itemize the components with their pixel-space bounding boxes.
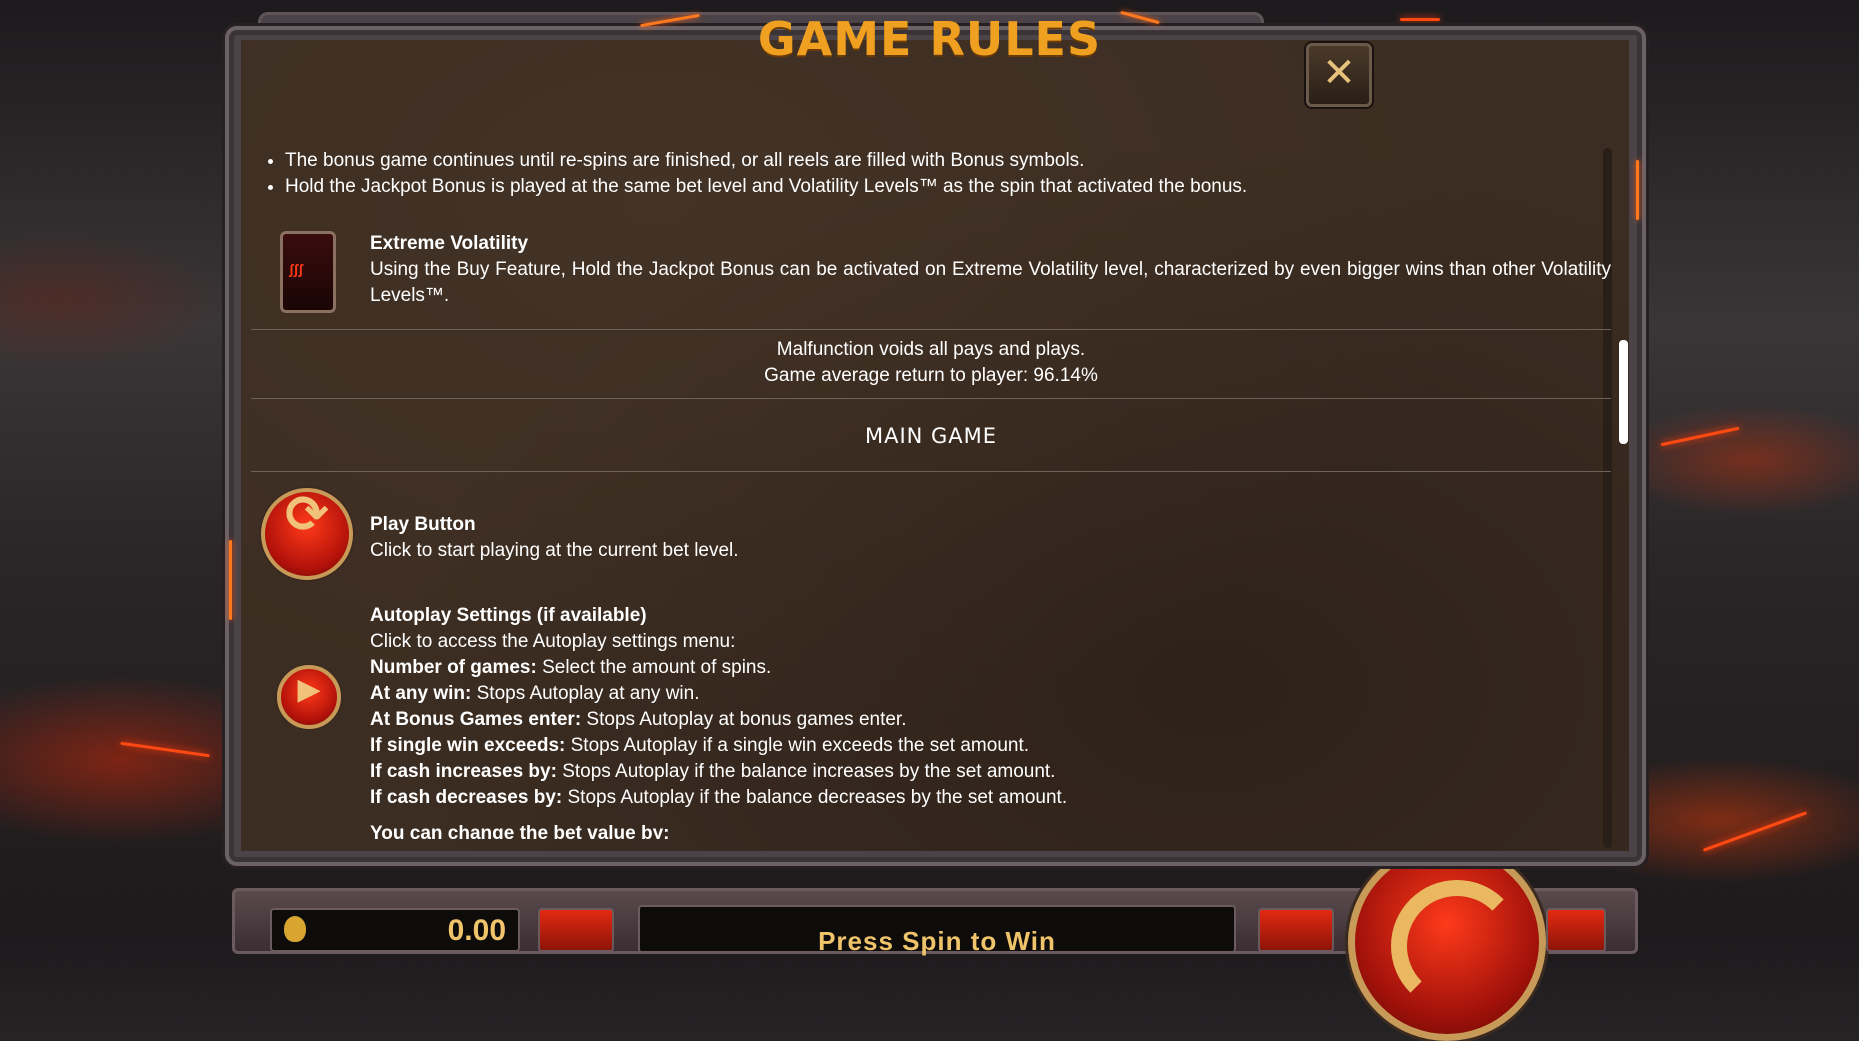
play-button-row: ⟳ Play Button Click to start playing at … bbox=[251, 488, 1611, 580]
play-button-title: Play Button bbox=[370, 514, 476, 535]
autoplay-title: Autoplay Settings (if available) bbox=[370, 605, 647, 626]
payout-info: Malfunction voids all pays and plays. Ga… bbox=[251, 337, 1611, 389]
rules-bullet-list: The bonus game continues until re-spins … bbox=[251, 148, 1247, 200]
list-item: Number of games: Select the amount of sp… bbox=[370, 657, 772, 678]
lava-crack bbox=[1702, 811, 1808, 852]
autoplay-row: ▶ Autoplay Settings (if available) Click… bbox=[251, 603, 1611, 839]
close-button[interactable]: ✕ bbox=[1306, 43, 1372, 107]
list-item: If cash increases by: Stops Autoplay if … bbox=[370, 761, 1056, 782]
autoplay-intro: Click to access the Autoplay settings me… bbox=[370, 631, 736, 652]
balance-display: 0.00 bbox=[270, 908, 520, 952]
lava-crack bbox=[229, 540, 232, 620]
rtp-text: Game average return to player: 96.14% bbox=[764, 365, 1098, 386]
lava-crack bbox=[1660, 426, 1740, 447]
bet-change-heading: You can change the bet value by: bbox=[370, 823, 670, 839]
balance-value: 0.00 bbox=[447, 914, 506, 947]
close-x-icon: ✕ bbox=[1322, 50, 1356, 96]
divider bbox=[251, 398, 1611, 399]
autoplay-icon: ▶ bbox=[277, 665, 341, 729]
list-item: At any win: Stops Autoplay at any win. bbox=[370, 683, 700, 704]
extreme-volatility-title: Extreme Volatility bbox=[370, 233, 529, 254]
play-button-text: Click to start playing at the current be… bbox=[370, 540, 739, 561]
malfunction-text: Malfunction voids all pays and plays. bbox=[776, 339, 1086, 360]
lava-crack bbox=[1636, 160, 1639, 220]
divider bbox=[251, 329, 1611, 330]
list-item: At Bonus Games enter: Stops Autoplay at … bbox=[370, 709, 907, 730]
message-display: Press Spin to Win bbox=[638, 905, 1236, 956]
section-heading-main-game: MAIN GAME bbox=[864, 424, 998, 448]
list-item: The bonus game continues until re-spins … bbox=[285, 148, 1247, 174]
spin-button[interactable] bbox=[1348, 843, 1546, 1041]
money-bag-icon bbox=[284, 916, 306, 942]
list-item: If single win exceeds: Stops Autoplay if… bbox=[370, 735, 1030, 756]
bet-plus-button[interactable] bbox=[1258, 908, 1334, 952]
message-text: Press Spin to Win bbox=[818, 926, 1056, 956]
spin-arrows-icon: ⟳ bbox=[261, 488, 353, 580]
list-item: If cash decreases by: Stops Autoplay if … bbox=[370, 787, 1068, 808]
extreme-volatility-text: Using the Buy Feature, Hold the Jackpot … bbox=[370, 259, 1611, 306]
spin-arrow-icon bbox=[1391, 880, 1523, 1012]
bet-minus-button[interactable] bbox=[538, 908, 614, 952]
extreme-volatility-card-icon: ʃʃʃ bbox=[280, 231, 336, 313]
list-item: Hold the Jackpot Bonus is played at the … bbox=[285, 174, 1247, 200]
scrollbar-thumb[interactable] bbox=[1619, 340, 1628, 444]
divider bbox=[251, 471, 1611, 472]
menu-button[interactable] bbox=[1546, 908, 1606, 952]
page-title: GAME RULES bbox=[757, 12, 1102, 66]
lava-crack bbox=[120, 741, 210, 758]
